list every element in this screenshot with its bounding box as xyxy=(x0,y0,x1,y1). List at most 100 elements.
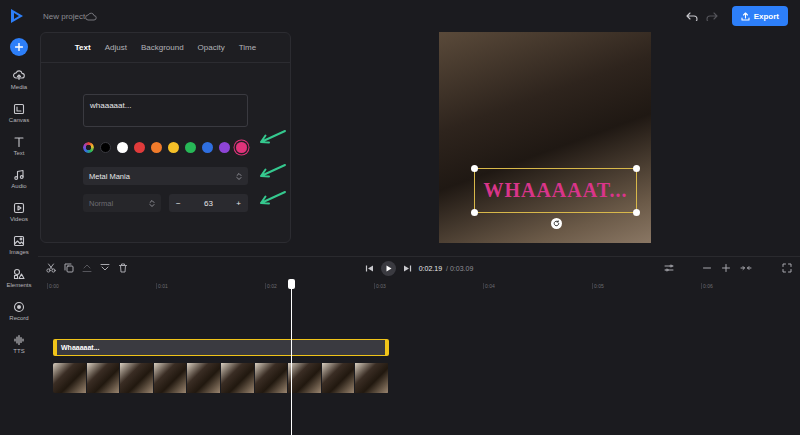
time-display: 0:02.19 / 0:03.09 xyxy=(419,265,474,272)
style-value: Normal xyxy=(89,199,113,208)
color-swatch[interactable] xyxy=(168,142,179,153)
color-swatch[interactable] xyxy=(134,142,145,153)
color-swatch[interactable] xyxy=(219,142,230,153)
move-up-icon[interactable] xyxy=(82,263,92,273)
split-view-icon[interactable] xyxy=(664,263,674,273)
main-area: Text Adjust Background Opacity Time whaaaaat.… xyxy=(38,32,800,435)
arrow-wrap xyxy=(257,190,287,210)
skip-forward-icon[interactable] xyxy=(403,264,412,273)
color-swatch[interactable] xyxy=(202,142,213,153)
increment-button[interactable]: + xyxy=(236,199,241,208)
play-button[interactable] xyxy=(381,261,396,276)
color-swatch[interactable] xyxy=(236,142,247,153)
current-time: 0:02.19 xyxy=(419,265,442,272)
tab[interactable]: Opacity xyxy=(198,43,225,52)
sidebar-item[interactable]: TTS xyxy=(13,332,25,365)
ruler-label: 0:06 xyxy=(701,283,800,289)
sidebar-item[interactable]: Media xyxy=(11,68,27,101)
skip-back-icon[interactable] xyxy=(365,264,374,273)
fullscreen-icon[interactable] xyxy=(782,263,792,273)
annotation-arrow-icon xyxy=(257,129,287,145)
sidebar-item[interactable]: Videos xyxy=(10,200,28,233)
text-settings-panel: Text Adjust Background Opacity Time whaaaaat.… xyxy=(40,32,291,243)
ruler-label: 0:04 xyxy=(483,283,592,289)
sidebar-item[interactable]: Text xyxy=(13,134,25,167)
zoom-out-icon[interactable] xyxy=(702,263,712,273)
images-icon xyxy=(13,235,25,247)
copy-icon[interactable] xyxy=(64,263,74,273)
video-frame xyxy=(154,363,188,393)
color-swatch[interactable] xyxy=(117,142,128,153)
color-dot xyxy=(202,142,213,153)
decrement-button[interactable]: − xyxy=(176,199,181,208)
color-dot xyxy=(185,142,196,153)
size-value[interactable]: 63 xyxy=(204,199,213,208)
color-swatch[interactable] xyxy=(151,142,162,153)
playback-controls: 0:02.19 / 0:03.09 xyxy=(365,261,474,276)
color-swatch[interactable] xyxy=(185,142,196,153)
video-clip[interactable] xyxy=(53,363,389,393)
color-dot xyxy=(100,142,111,153)
redo-icon[interactable] xyxy=(706,11,718,21)
play-icon xyxy=(385,265,392,272)
elements-icon xyxy=(13,268,25,280)
rotate-handle[interactable] xyxy=(551,218,562,229)
sidebar-item[interactable]: Audio xyxy=(11,167,26,200)
resize-handle[interactable] xyxy=(471,165,478,172)
audio-icon xyxy=(13,169,25,181)
total-time: / 0:03.09 xyxy=(446,265,473,272)
project-title[interactable]: New project xyxy=(43,12,85,21)
font-row: Metal Mania xyxy=(83,167,290,185)
sidebar-label: Images xyxy=(9,249,29,255)
sidebar-label: Elements xyxy=(6,282,31,288)
time-ruler: 0:000:010:020:030:040:050:06 xyxy=(38,279,800,293)
timeline-toolbar: 0:02.19 / 0:03.09 xyxy=(38,257,800,279)
rotate-icon xyxy=(553,220,560,227)
ruler-label: 0:00 xyxy=(47,283,156,289)
font-select[interactable]: Metal Mania xyxy=(83,167,248,185)
video-frame xyxy=(120,363,154,393)
edit-tools xyxy=(46,263,365,273)
sidebar-item[interactable]: Record xyxy=(9,299,28,332)
playhead-handle[interactable] xyxy=(288,279,295,289)
tab[interactable]: Text xyxy=(75,43,91,52)
style-size-group: Normal − 63 + xyxy=(83,194,248,212)
tab[interactable]: Adjust xyxy=(105,43,127,52)
resize-handle[interactable] xyxy=(633,209,640,216)
color-swatch[interactable] xyxy=(83,142,94,153)
color-dot xyxy=(117,142,128,153)
text-clip[interactable]: Whaaaaat... xyxy=(53,339,389,356)
fit-icon[interactable] xyxy=(740,263,752,273)
sidebar-item[interactable]: Images xyxy=(9,233,29,266)
video-frame xyxy=(221,363,255,393)
video-frame xyxy=(288,363,322,393)
ruler-label: 0:05 xyxy=(592,283,701,289)
sidebar-item[interactable]: Canvas xyxy=(9,101,29,134)
sidebar-label: Audio xyxy=(11,183,26,189)
video-frame xyxy=(322,363,356,393)
text-input[interactable]: whaaaaat... xyxy=(83,94,248,127)
move-down-icon[interactable] xyxy=(100,263,110,273)
chevron-updown-icon xyxy=(236,172,242,181)
text-icon xyxy=(13,136,25,148)
top-bar: New project Export xyxy=(0,0,800,32)
resize-handle[interactable] xyxy=(633,165,640,172)
video-frame xyxy=(87,363,121,393)
text-layer[interactable]: WHAAAAAT... xyxy=(474,168,637,213)
playhead[interactable] xyxy=(291,279,292,435)
export-label: Export xyxy=(754,12,779,21)
trash-icon[interactable] xyxy=(118,263,128,273)
export-button[interactable]: Export xyxy=(732,6,788,26)
tab[interactable]: Time xyxy=(239,43,256,52)
scissors-icon[interactable] xyxy=(46,263,56,273)
color-swatch[interactable] xyxy=(100,142,111,153)
tab[interactable]: Background xyxy=(141,43,184,52)
zoom-in-icon[interactable] xyxy=(721,263,731,273)
video-frame xyxy=(187,363,221,393)
sidebar-item[interactable]: Elements xyxy=(6,266,31,299)
undo-icon[interactable] xyxy=(686,11,698,21)
resize-handle[interactable] xyxy=(471,209,478,216)
add-button[interactable] xyxy=(10,38,28,56)
color-swatches xyxy=(83,142,248,153)
arrow-wrap xyxy=(257,163,287,183)
